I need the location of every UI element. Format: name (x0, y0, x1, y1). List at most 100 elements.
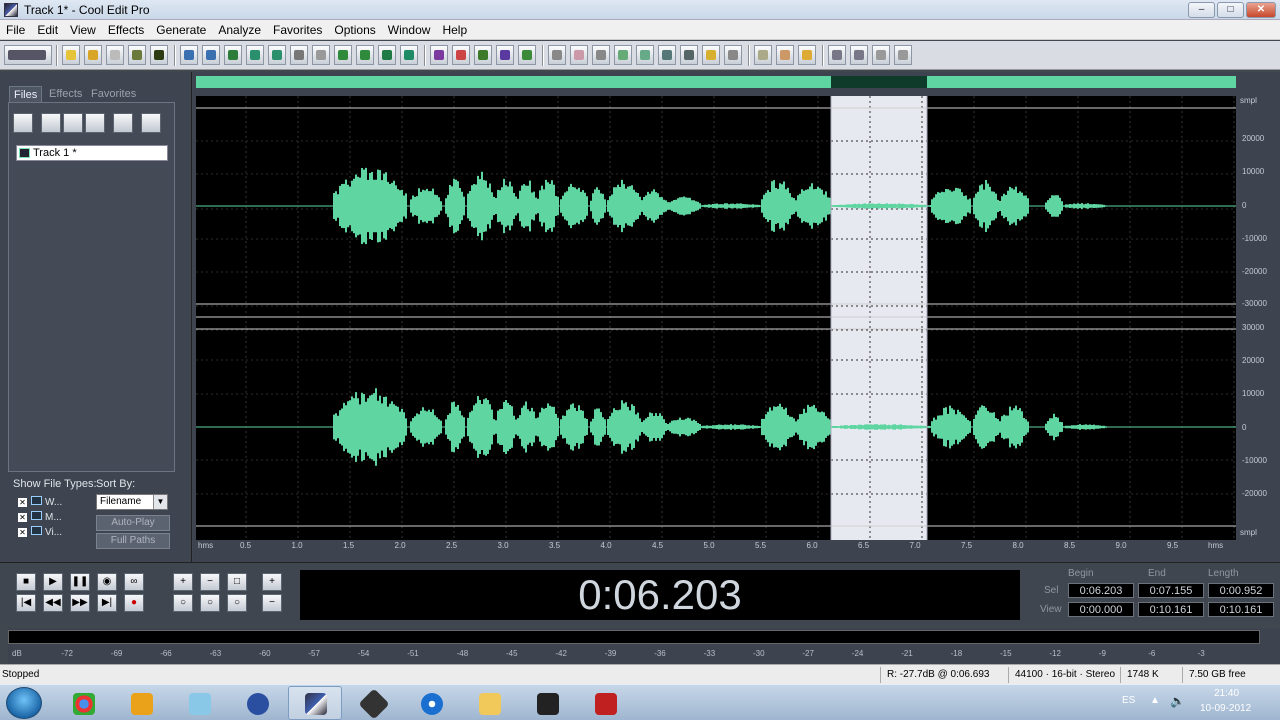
auto-play-button[interactable]: Auto-Play (96, 515, 170, 531)
sel-begin-field[interactable]: 0:06.203 (1068, 583, 1134, 598)
close-button[interactable]: ✕ (1246, 2, 1276, 18)
menu-window[interactable]: Window (382, 20, 437, 40)
envelope-icon[interactable] (430, 45, 448, 65)
taskbar-headphones[interactable] (230, 686, 284, 720)
go-to-start-button[interactable]: |◀ (16, 594, 36, 612)
taskbar-app2[interactable] (346, 686, 400, 720)
zoom-out-horizontal-icon[interactable]: − (200, 573, 220, 591)
zoom-full-icon[interactable]: □ (227, 573, 247, 591)
zero-cross-icon[interactable] (400, 45, 418, 65)
taskbar-explorer[interactable] (462, 686, 516, 720)
taskbar-chrome[interactable] (56, 686, 110, 720)
minimize-button[interactable]: – (1188, 2, 1215, 18)
taskbar-fruityloops[interactable] (114, 686, 168, 720)
sort-by-select[interactable]: Filename ▼ (96, 494, 168, 510)
menu-view[interactable]: View (64, 20, 102, 40)
play-button[interactable]: ▶ (43, 573, 63, 591)
menu-favorites[interactable]: Favorites (267, 20, 328, 40)
view-phase-icon[interactable] (614, 45, 632, 65)
paste-icon[interactable] (312, 45, 330, 65)
zoom-selection-icon[interactable]: ○ (227, 594, 247, 612)
sel-length-field[interactable]: 0:00.952 (1208, 583, 1274, 598)
stop-button[interactable]: ■ (16, 573, 36, 591)
pause-button[interactable]: ❚❚ (70, 573, 90, 591)
tab-files[interactable]: Files (9, 86, 43, 102)
help-icon[interactable] (141, 113, 161, 133)
overview-bar[interactable] (196, 76, 1236, 88)
list-item[interactable]: Track 1 * (16, 145, 168, 161)
go-to-end-button[interactable]: ▶| (97, 594, 117, 612)
tab-effects[interactable]: Effects (45, 86, 86, 102)
full-paths-button[interactable]: Full Paths (96, 533, 170, 549)
zoom-in-horizontal-icon[interactable]: + (173, 573, 193, 591)
sel-end-field[interactable]: 0:07.155 (1138, 583, 1204, 598)
fast-forward-button[interactable]: ▶▶ (70, 594, 90, 612)
loop-button[interactable]: ∞ (124, 573, 144, 591)
tab-favorites[interactable]: Favorites (87, 86, 140, 102)
tuning-fork-icon[interactable] (894, 45, 912, 65)
undo-icon[interactable] (180, 45, 198, 65)
view-spectral-icon[interactable] (570, 45, 588, 65)
cut-icon[interactable] (290, 45, 308, 65)
taskbar-itunes[interactable] (404, 686, 458, 720)
checkbox-video[interactable]: ✕ (18, 528, 27, 537)
menu-help[interactable]: Help (436, 20, 473, 40)
menu-options[interactable]: Options (328, 20, 381, 40)
play-to-end-button[interactable]: ◉ (97, 573, 117, 591)
zoom-right-icon[interactable]: ○ (200, 594, 220, 612)
waveform-canvas[interactable] (196, 96, 1236, 540)
paste-new-icon[interactable] (334, 45, 352, 65)
view-end-field[interactable]: 0:10.161 (1138, 602, 1204, 617)
checkbox-midi[interactable]: ✕ (18, 513, 27, 522)
close-file-icon[interactable] (106, 45, 124, 65)
menu-edit[interactable]: Edit (31, 20, 64, 40)
hardware-icon[interactable] (776, 45, 794, 65)
zoom-out-vertical-icon[interactable]: − (262, 594, 282, 612)
taskbar-tool[interactable] (578, 686, 632, 720)
record-button[interactable]: ● (124, 594, 144, 612)
spectral-icon[interactable] (474, 45, 492, 65)
copy-new-icon[interactable] (268, 45, 286, 65)
mix-paste-icon[interactable] (356, 45, 374, 65)
repeat-icon[interactable] (224, 45, 242, 65)
info-icon[interactable] (724, 45, 742, 65)
close-file-icon[interactable] (41, 113, 61, 133)
maximize-button[interactable]: □ (1217, 2, 1244, 18)
redo-icon[interactable] (202, 45, 220, 65)
insert-icon[interactable] (85, 113, 105, 133)
settings-gear-icon[interactable] (754, 45, 772, 65)
file-type-video[interactable]: ✕ Vi... (18, 526, 62, 538)
taskbar-app[interactable] (172, 686, 226, 720)
save-icon[interactable] (150, 45, 168, 65)
menu-generate[interactable]: Generate (150, 20, 212, 40)
zoom-in-vertical-icon[interactable]: + (262, 573, 282, 591)
help-question-icon[interactable] (798, 45, 816, 65)
metronome-icon[interactable] (872, 45, 890, 65)
copy-icon[interactable] (246, 45, 264, 65)
open-file-icon[interactable] (84, 45, 102, 65)
clock-time[interactable]: 21:40 (1214, 688, 1239, 699)
tray-expand-icon[interactable]: ▲ (1150, 695, 1160, 706)
snap-icon[interactable] (452, 45, 470, 65)
zoom-view-icon[interactable] (636, 45, 654, 65)
trim-icon[interactable] (378, 45, 396, 65)
menu-effects[interactable]: Effects (102, 20, 150, 40)
close-all-icon[interactable] (63, 113, 83, 133)
clock-date[interactable]: 10-09-2012 (1200, 703, 1251, 714)
save-as-icon[interactable] (128, 45, 146, 65)
new-file-icon[interactable] (62, 45, 80, 65)
taskbar-media[interactable] (520, 686, 574, 720)
edit-file-icon[interactable] (113, 113, 133, 133)
play-list-icon[interactable] (702, 45, 720, 65)
grid-icon[interactable] (496, 45, 514, 65)
loop-icon[interactable] (850, 45, 868, 65)
language-indicator[interactable]: ES (1122, 695, 1135, 706)
file-type-midi[interactable]: ✕ M... (18, 511, 62, 523)
timing-icon[interactable] (658, 45, 676, 65)
view-waveform-icon[interactable] (548, 45, 566, 65)
view-pan-icon[interactable] (592, 45, 610, 65)
zoom-left-icon[interactable]: ○ (173, 594, 193, 612)
meters-icon[interactable] (518, 45, 536, 65)
cue-list-icon[interactable] (680, 45, 698, 65)
checkbox-wave[interactable]: ✕ (18, 498, 27, 507)
